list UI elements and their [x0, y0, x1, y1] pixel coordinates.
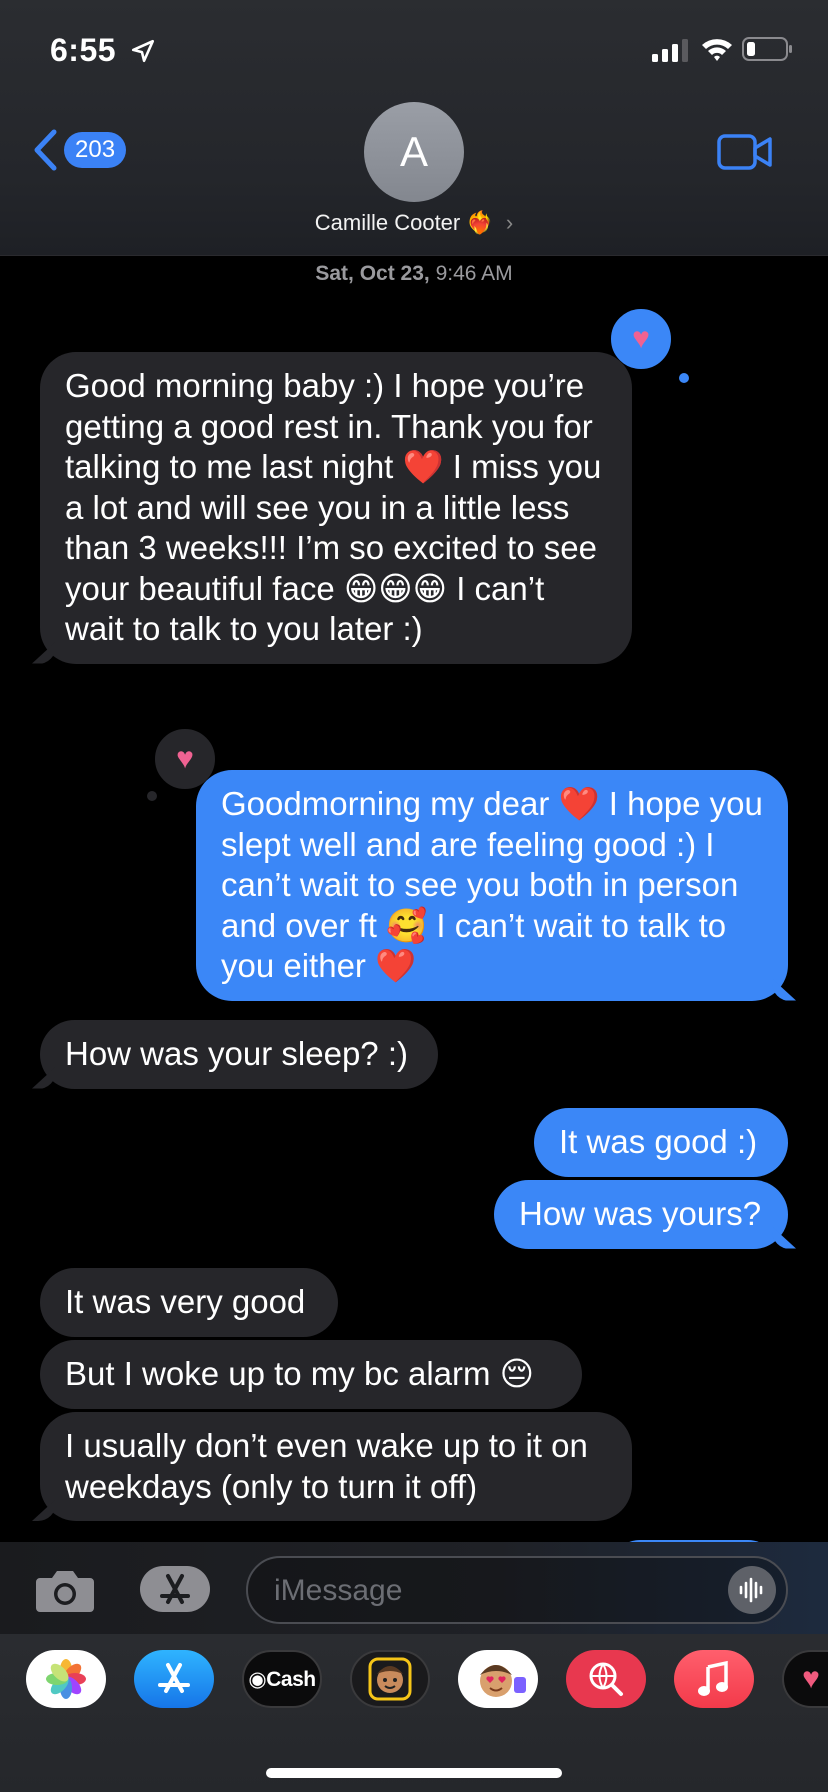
chevron-right-icon: › [505, 210, 514, 235]
message-text: How was yours? [519, 1195, 762, 1232]
contact-name-button[interactable]: Camille Cooter ❤️‍🔥 › [0, 210, 828, 236]
camera-icon[interactable] [34, 1566, 96, 1614]
status-time: 6:55 [50, 32, 117, 68]
contact-avatar[interactable]: A [364, 102, 464, 202]
message-composer-bar: iMessage [0, 1542, 828, 1634]
battery-icon [742, 37, 792, 61]
cellular-signal-icon [652, 39, 688, 62]
back-button[interactable]: 203 [32, 128, 127, 172]
message-text: How was your sleep? :) [65, 1035, 408, 1072]
message-bubble-sent[interactable]: Goodmorning my dear ❤️ I hope you slept … [196, 770, 788, 1001]
message-bubble-received[interactable]: How was your sleep? :) [40, 1020, 438, 1089]
chevron-left-icon [34, 129, 57, 171]
timestamp-day: Sat, Oct 23, [315, 262, 430, 285]
message-text: Good morning baby :) I hope you’re getti… [65, 367, 602, 647]
audio-message-button[interactable] [728, 1566, 776, 1614]
imessage-app-drawer: ◉Cash ♥ [0, 1634, 828, 1792]
timestamp-time: 9:46 AM [435, 262, 513, 285]
waveform-icon [739, 1577, 763, 1603]
message-text: It was good :) [559, 1123, 758, 1160]
message-text: But I woke up to my bc alarm 😔 [65, 1355, 535, 1392]
message-bubble-sent[interactable]: How was yours? [494, 1180, 788, 1249]
photos-app-icon[interactable] [26, 1650, 106, 1708]
message-text: Goodmorning my dear ❤️ I hope you slept … [221, 785, 763, 984]
home-indicator[interactable] [266, 1768, 562, 1778]
message-bubble-received[interactable]: Good morning baby :) I hope you’re getti… [40, 352, 632, 664]
message-bubble-received[interactable]: It was very good [40, 1268, 338, 1337]
message-bubble-received[interactable]: I usually don’t even wake up to it on we… [40, 1412, 632, 1521]
unread-count-badge: 203 [64, 132, 127, 168]
contact-emoji: ❤️‍🔥 [466, 210, 494, 235]
message-bubble-received[interactable]: But I woke up to my bc alarm 😔 [40, 1340, 582, 1409]
wifi-icon [702, 39, 732, 61]
app-store-drawer-icon[interactable] [138, 1564, 212, 1614]
digital-touch-icon[interactable]: ♥ [782, 1650, 828, 1708]
message-text: It was very good [65, 1283, 306, 1320]
imessage-input[interactable]: iMessage [246, 1556, 788, 1624]
photos-flower-icon [46, 1659, 86, 1699]
contact-name: Camille Cooter [314, 210, 461, 235]
message-text: I usually don’t even wake up to it on we… [65, 1427, 588, 1505]
memoji-face-icon [368, 1657, 412, 1701]
memoji-app-icon[interactable] [350, 1650, 430, 1708]
message-timestamp: Sat, Oct 23, 9:46 AM [0, 262, 828, 286]
memoji-stickers-icon[interactable] [458, 1650, 538, 1708]
cash-label: ◉Cash [248, 1667, 316, 1691]
heart-icon: ♥ [632, 322, 650, 355]
heart-icon: ♥ [176, 742, 194, 775]
music-note-icon [698, 1660, 728, 1696]
app-store-a-icon [158, 1663, 190, 1693]
cash-text: Cash [266, 1667, 316, 1691]
apple-cash-icon[interactable]: ◉Cash [242, 1650, 322, 1708]
app-store-icon[interactable] [134, 1650, 214, 1708]
input-placeholder: iMessage [274, 1574, 403, 1607]
tapback-tail [679, 373, 689, 383]
message-bubble-sent[interactable]: It was good :) [534, 1108, 788, 1177]
tapback-tail [147, 791, 157, 801]
music-app-icon[interactable] [674, 1650, 754, 1708]
status-bar: 6:55 [0, 30, 828, 74]
globe-search-icon [589, 1662, 623, 1696]
conversation-header: 6:55 203 A Camille Cooter ❤️‍� [0, 0, 828, 256]
heart-eyes-memoji-icon [480, 1665, 526, 1697]
heart-touch-icon: ♥ [802, 1662, 820, 1695]
facetime-video-icon[interactable] [716, 132, 774, 172]
avatar-initial: A [399, 128, 428, 175]
images-search-icon[interactable] [566, 1650, 646, 1708]
location-arrow-icon [131, 39, 155, 63]
